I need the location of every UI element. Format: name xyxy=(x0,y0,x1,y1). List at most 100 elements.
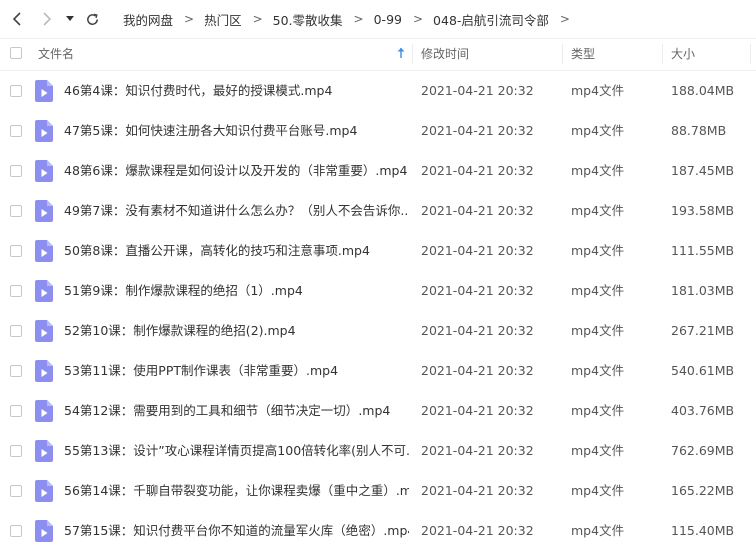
column-header-modified[interactable]: 修改时间 xyxy=(421,38,469,70)
file-name[interactable]: 56第14课：千聊自带裂变功能，让你课程卖爆（重中之重）.m... xyxy=(64,471,409,511)
column-divider[interactable] xyxy=(662,44,663,64)
breadcrumb-collection[interactable]: 50.零散收集 xyxy=(273,10,343,29)
column-divider[interactable] xyxy=(412,44,413,64)
file-size: 111.55MB xyxy=(671,243,735,258)
video-file-icon xyxy=(35,320,53,342)
file-size: 403.76MB xyxy=(671,403,735,418)
row-checkbox[interactable] xyxy=(10,445,22,457)
row-checkbox[interactable] xyxy=(10,485,22,497)
file-type: mp4文件 xyxy=(571,323,625,338)
breadcrumb-my-drive[interactable]: 我的网盘 xyxy=(123,10,173,29)
file-modified-time: 2021-04-21 20:32 xyxy=(421,243,534,258)
forward-button[interactable] xyxy=(36,9,56,29)
row-checkbox[interactable] xyxy=(10,365,22,377)
file-modified-time: 2021-04-21 20:32 xyxy=(421,123,534,138)
chevron-left-icon xyxy=(12,12,21,26)
video-file-icon xyxy=(35,520,53,542)
file-type: mp4文件 xyxy=(571,203,625,218)
file-name[interactable]: 52第10课：制作爆款课程的绝招(2).mp4 xyxy=(64,311,296,351)
breadcrumb-separator: > xyxy=(353,12,364,26)
file-row[interactable]: 48第6课：爆款课程是如何设计以及开发的（非常重要）.mp4 2021-04-2… xyxy=(0,151,756,191)
video-file-icon xyxy=(35,400,53,422)
file-name[interactable]: 51第9课：制作爆款课程的绝招（1）.mp4 xyxy=(64,271,303,311)
row-checkbox[interactable] xyxy=(10,405,22,417)
file-name[interactable]: 46第4课：知识付费时代，最好的授课模式.mp4 xyxy=(64,71,332,111)
chevron-right-icon xyxy=(43,12,52,26)
file-modified-time: 2021-04-21 20:32 xyxy=(421,523,534,538)
file-name[interactable]: 54第12课：需要用到的工具和细节（细节决定一切）.mp4 xyxy=(64,391,390,431)
video-file-icon xyxy=(35,160,53,182)
row-checkbox[interactable] xyxy=(10,205,22,217)
file-type: mp4文件 xyxy=(571,243,625,258)
row-checkbox[interactable] xyxy=(10,85,22,97)
video-file-icon xyxy=(35,480,53,502)
breadcrumb-separator: > xyxy=(184,12,195,26)
file-name[interactable]: 47第5课：如何快速注册各大知识付费平台账号.mp4 xyxy=(64,111,357,151)
file-modified-time: 2021-04-21 20:32 xyxy=(421,403,534,418)
file-modified-time: 2021-04-21 20:32 xyxy=(421,203,534,218)
breadcrumb-current-folder[interactable]: 048-启航引流司令部 xyxy=(433,10,549,29)
breadcrumb-range[interactable]: 0-99 xyxy=(374,12,402,27)
row-checkbox[interactable] xyxy=(10,125,22,137)
history-dropdown-button[interactable] xyxy=(62,9,78,29)
row-checkbox[interactable] xyxy=(10,285,22,297)
file-type: mp4文件 xyxy=(571,403,625,418)
column-header-type[interactable]: 类型 xyxy=(571,38,595,70)
file-row[interactable]: 47第5课：如何快速注册各大知识付费平台账号.mp4 2021-04-21 20… xyxy=(0,111,756,151)
column-divider[interactable] xyxy=(562,44,563,64)
column-divider[interactable] xyxy=(750,44,751,64)
file-row[interactable]: 56第14课：千聊自带裂变功能，让你课程卖爆（重中之重）.m... 2021-0… xyxy=(0,471,756,511)
breadcrumb-separator: > xyxy=(412,12,424,26)
refresh-button[interactable] xyxy=(82,9,102,29)
file-row[interactable]: 54第12课：需要用到的工具和细节（细节决定一切）.mp4 2021-04-21… xyxy=(0,391,756,431)
file-row[interactable]: 50第8课：直播公开课，高转化的技巧和注意事项.mp4 2021-04-21 2… xyxy=(0,231,756,271)
file-name[interactable]: 48第6课：爆款课程是如何设计以及开发的（非常重要）.mp4 xyxy=(64,151,407,191)
video-file-icon xyxy=(35,280,53,302)
breadcrumb-separator: > xyxy=(559,12,570,26)
file-list: 46第4课：知识付费时代，最好的授课模式.mp4 2021-04-21 20:3… xyxy=(0,71,756,551)
column-header-size[interactable]: 大小 xyxy=(671,38,695,70)
file-row[interactable]: 55第13课：设计”攻心课程详情页提高100倍转化率(别人不可... 2021-… xyxy=(0,431,756,471)
file-size: 181.03MB xyxy=(671,283,735,298)
file-modified-time: 2021-04-21 20:32 xyxy=(421,443,534,458)
file-type: mp4文件 xyxy=(571,163,625,178)
file-size: 187.45MB xyxy=(671,163,735,178)
video-file-icon xyxy=(35,440,53,462)
back-button[interactable] xyxy=(8,9,28,29)
file-row[interactable]: 52第10课：制作爆款课程的绝招(2).mp4 2021-04-21 20:32… xyxy=(0,311,756,351)
file-modified-time: 2021-04-21 20:32 xyxy=(421,283,534,298)
column-header-name[interactable]: 文件名 xyxy=(38,38,74,70)
video-file-icon xyxy=(35,80,53,102)
file-type: mp4文件 xyxy=(571,283,625,298)
breadcrumb: 我的网盘 > 热门区 > 50.零散收集 > 0-99 > 048-启航引流司令… xyxy=(123,0,580,38)
select-all-checkbox[interactable] xyxy=(10,47,22,59)
file-size: 267.21MB xyxy=(671,323,735,338)
file-name[interactable]: 57第15课：知识付费平台你不知道的流量军火库（绝密）.mp4 xyxy=(64,511,409,551)
file-name[interactable]: 55第13课：设计”攻心课程详情页提高100倍转化率(别人不可... xyxy=(64,431,409,471)
file-row[interactable]: 46第4课：知识付费时代，最好的授课模式.mp4 2021-04-21 20:3… xyxy=(0,71,756,111)
file-size: 762.69MB xyxy=(671,443,735,458)
file-name[interactable]: 53第11课：使用PPT制作课表（非常重要）.mp4 xyxy=(64,351,338,391)
breadcrumb-hot-zone[interactable]: 热门区 xyxy=(204,10,242,29)
refresh-icon xyxy=(86,13,98,25)
row-checkbox[interactable] xyxy=(10,245,22,257)
file-name[interactable]: 49第7课：没有素材不知道讲什么怎么办？（别人不会告诉你... xyxy=(64,191,409,231)
file-modified-time: 2021-04-21 20:32 xyxy=(421,323,534,338)
file-modified-time: 2021-04-21 20:32 xyxy=(421,483,534,498)
file-row[interactable]: 53第11课：使用PPT制作课表（非常重要）.mp4 2021-04-21 20… xyxy=(0,351,756,391)
sort-ascending-icon[interactable] xyxy=(396,47,406,62)
navigation-bar: 我的网盘 > 热门区 > 50.零散收集 > 0-99 > 048-启航引流司令… xyxy=(0,0,756,39)
video-file-icon xyxy=(35,240,53,262)
row-checkbox[interactable] xyxy=(10,165,22,177)
breadcrumb-separator: > xyxy=(252,12,263,26)
file-row[interactable]: 49第7课：没有素材不知道讲什么怎么办？（别人不会告诉你... 2021-04-… xyxy=(0,191,756,231)
file-size: 188.04MB xyxy=(671,83,735,98)
file-row[interactable]: 51第9课：制作爆款课程的绝招（1）.mp4 2021-04-21 20:32 … xyxy=(0,271,756,311)
file-row[interactable]: 57第15课：知识付费平台你不知道的流量军火库（绝密）.mp4 2021-04-… xyxy=(0,511,756,551)
file-type: mp4文件 xyxy=(571,523,625,538)
video-file-icon xyxy=(35,120,53,142)
row-checkbox[interactable] xyxy=(10,525,22,537)
file-name[interactable]: 50第8课：直播公开课，高转化的技巧和注意事项.mp4 xyxy=(64,231,370,271)
row-checkbox[interactable] xyxy=(10,325,22,337)
file-type: mp4文件 xyxy=(571,123,625,138)
